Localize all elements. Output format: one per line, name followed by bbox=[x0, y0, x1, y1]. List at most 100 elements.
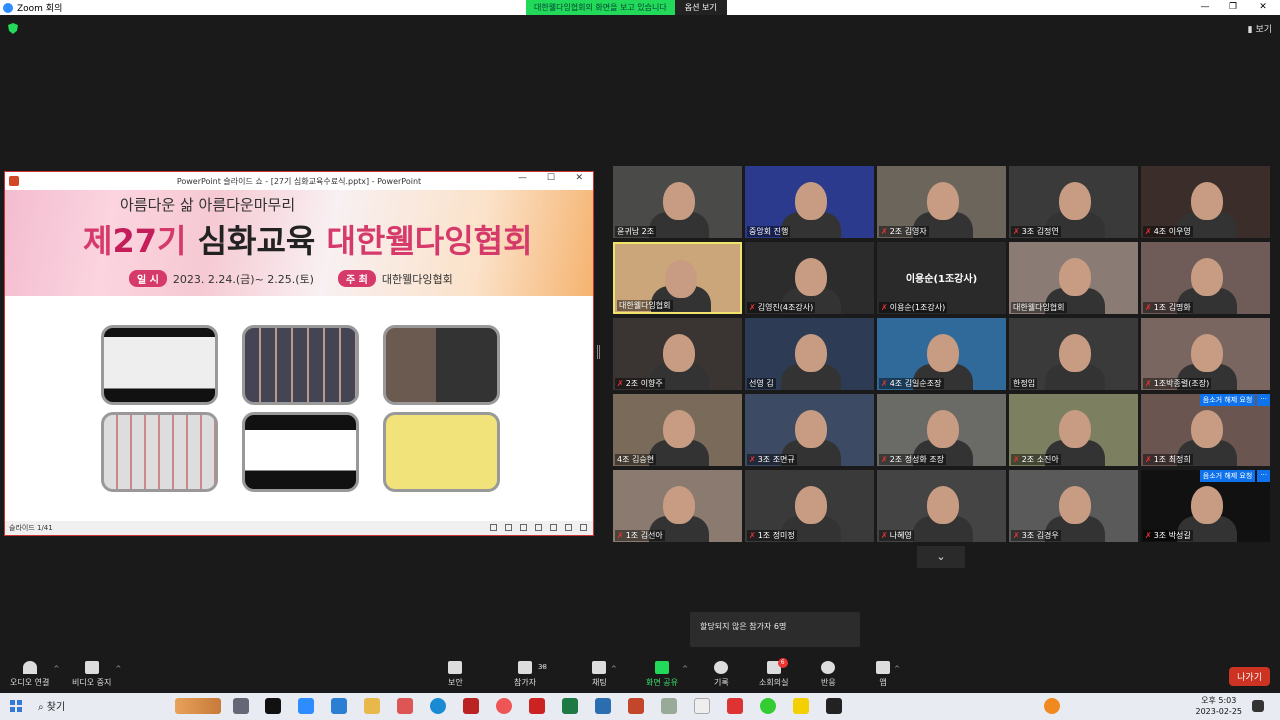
audio-button[interactable]: 오디오 연결 ^ bbox=[10, 661, 59, 688]
muted-mic-icon: ✗ bbox=[881, 531, 888, 540]
audio-caret-icon[interactable]: ^ bbox=[53, 665, 59, 673]
thumb-3 bbox=[383, 325, 500, 405]
paint-app-icon[interactable] bbox=[397, 698, 413, 714]
task-view-icon[interactable] bbox=[233, 698, 249, 714]
notifications-icon[interactable] bbox=[1252, 700, 1264, 712]
generic-app-icon[interactable] bbox=[694, 698, 710, 714]
participant-tile[interactable]: ✗ 2조 소진아 bbox=[1009, 394, 1138, 466]
gallery-next-page-button[interactable]: ⌄ bbox=[917, 546, 965, 568]
share-caret-icon[interactable]: ^ bbox=[682, 665, 688, 673]
vector-app-icon[interactable] bbox=[265, 698, 281, 714]
participant-video-face bbox=[1059, 410, 1091, 448]
kakaotalk-icon[interactable] bbox=[793, 698, 809, 714]
participant-gallery: 윤귀남 2조 중앙회 진행 ✗ 2조 김영자 ✗ 3조 김정연 ✗ 4조 이우영 대한웰다잉협회… bbox=[613, 166, 1270, 543]
chat-caret-icon[interactable]: ^ bbox=[611, 665, 617, 673]
participant-tile[interactable]: 이용순(1조강사) ✗ 이용순(1조강사) bbox=[877, 242, 1006, 314]
leave-button[interactable]: 나가기 bbox=[1229, 667, 1270, 686]
participant-tile[interactable]: ✗ 1조 김선아 bbox=[613, 470, 742, 542]
participant-tile[interactable]: ✗ 4조 김일순조장 bbox=[877, 318, 1006, 390]
zoom-taskbar-icon[interactable] bbox=[298, 698, 314, 714]
record-button[interactable]: 기록 bbox=[714, 661, 729, 688]
edge-icon[interactable] bbox=[430, 698, 446, 714]
excel-icon[interactable] bbox=[562, 698, 578, 714]
participant-name: ✗ 이용순(1조강사) bbox=[879, 302, 948, 313]
vscode-icon[interactable] bbox=[331, 698, 347, 714]
restore-button[interactable]: ❐ bbox=[1218, 0, 1248, 15]
unmute-request-button[interactable]: 음소거 해제 요청 bbox=[1199, 394, 1256, 406]
breakout-rooms-button[interactable]: 6 소회의실 bbox=[759, 658, 788, 688]
pen-app-icon[interactable] bbox=[661, 698, 677, 714]
chat-button[interactable]: 채팅 ^ bbox=[592, 661, 617, 688]
view-options-button[interactable]: 옵션 보기 bbox=[674, 0, 727, 15]
powerpoint-taskbar-icon[interactable] bbox=[628, 698, 644, 714]
video-button[interactable]: 비디오 중지 ^ bbox=[72, 661, 121, 688]
windows-start-icon[interactable] bbox=[10, 700, 22, 712]
view-button[interactable]: ▮ 보기 bbox=[1248, 22, 1272, 35]
participant-tile[interactable]: 중앙회 진행 bbox=[745, 166, 874, 238]
reactions-label: 반응 bbox=[821, 678, 836, 687]
taskbar-clock[interactable]: 오후 5:03 2023-02-25 bbox=[1196, 695, 1243, 717]
participant-name: ✗ 1조 김명화 bbox=[1143, 302, 1193, 313]
participant-tile[interactable]: ✗ 김영진(4조강사) bbox=[745, 242, 874, 314]
participant-tile[interactable]: 대한웰다잉협회 bbox=[613, 242, 742, 314]
participant-tile[interactable]: ✗ 3조 김경우 bbox=[1009, 470, 1138, 542]
participant-name: ✗ 4조 김일순조장 bbox=[879, 378, 944, 389]
participant-tile[interactable]: ✗ 3조 박성길 음소거 해제 요청 ··· bbox=[1141, 470, 1270, 542]
share-screen-button[interactable]: 화면 공유 ^ bbox=[646, 661, 688, 688]
ppt-close-icon: ✕ bbox=[575, 173, 583, 183]
close-button[interactable]: ✕ bbox=[1248, 0, 1278, 15]
participant-tile[interactable]: ✗ 3조 조면규 bbox=[745, 394, 874, 466]
participant-tile[interactable]: ✗ 1조 최정희 음소거 해제 요청 ··· bbox=[1141, 394, 1270, 466]
video-caret-icon[interactable]: ^ bbox=[115, 665, 121, 673]
participant-tile[interactable]: 4조 김승현 bbox=[613, 394, 742, 466]
minimize-button[interactable]: — bbox=[1190, 0, 1220, 15]
security-button[interactable]: 보안 bbox=[448, 661, 463, 688]
participant-tile[interactable]: ✗ 1조 김명화 bbox=[1141, 242, 1270, 314]
participant-tile[interactable]: ✗ 2조 정성화 조장 bbox=[877, 394, 1006, 466]
participants-caret-icon[interactable]: ^ bbox=[540, 665, 546, 673]
more-options-icon[interactable]: ··· bbox=[1257, 470, 1270, 482]
participants-label: 참가자 bbox=[514, 678, 537, 687]
record-label: 기록 bbox=[714, 678, 729, 687]
participant-tile[interactable]: ✗ 1조 정미정 bbox=[745, 470, 874, 542]
muted-mic-icon: ✗ bbox=[749, 303, 756, 312]
participant-tile[interactable]: ✗ 2조 김영자 bbox=[877, 166, 1006, 238]
red-app-icon[interactable] bbox=[727, 698, 743, 714]
participant-name: ✗ 2조 정성화 조장 bbox=[879, 454, 947, 465]
more-options-icon[interactable]: ··· bbox=[1257, 394, 1270, 406]
participant-tile[interactable]: ✗ 1조박종렬(조장) bbox=[1141, 318, 1270, 390]
headline-main: 심화교육 bbox=[197, 222, 316, 260]
tray-app-icon[interactable] bbox=[1044, 698, 1060, 714]
chrome-icon[interactable] bbox=[760, 698, 776, 714]
apps-button[interactable]: 앱 ^ bbox=[876, 661, 900, 688]
acrobat-icon[interactable] bbox=[463, 698, 479, 714]
sticky-notes-icon[interactable] bbox=[826, 698, 842, 714]
participant-name: 대한웰다잉협회 bbox=[617, 300, 673, 311]
slide-thumbnails bbox=[101, 325, 501, 495]
taskbar-search[interactable]: ⌕ 찾기 bbox=[38, 698, 65, 713]
participant-tile[interactable]: ✗ 나혜영 bbox=[877, 470, 1006, 542]
headline-number: 27 bbox=[112, 222, 157, 260]
reactions-button[interactable]: 반응 bbox=[821, 661, 836, 688]
participants-button[interactable]: 참가자 38 ^ bbox=[514, 661, 547, 688]
apps-caret-icon[interactable]: ^ bbox=[894, 665, 900, 673]
participant-tile[interactable]: ✗ 2조 이향주 bbox=[613, 318, 742, 390]
participant-tile[interactable]: 대한웰다잉협회 bbox=[1009, 242, 1138, 314]
participant-tile[interactable]: ✗ 3조 김정연 bbox=[1009, 166, 1138, 238]
participant-center-name: 이용순(1조강사) bbox=[905, 274, 978, 285]
opera-icon[interactable] bbox=[496, 698, 512, 714]
participant-tile[interactable]: 한정임 bbox=[1009, 318, 1138, 390]
hwp-icon[interactable] bbox=[595, 698, 611, 714]
split-divider-handle[interactable] bbox=[597, 345, 600, 359]
powerpoint-icon bbox=[9, 176, 19, 186]
participant-name: ✗ 김영진(4조강사) bbox=[747, 302, 816, 313]
unmute-request-button[interactable]: 음소거 해제 요청 bbox=[1199, 470, 1256, 482]
participant-tile[interactable]: ✗ 4조 이우영 bbox=[1141, 166, 1270, 238]
participant-tile[interactable]: 선영 김 bbox=[745, 318, 874, 390]
share-status: 대한웰다잉협회의 화면을 보고 있습니다 bbox=[526, 0, 675, 15]
sorter-view-icon bbox=[550, 524, 557, 531]
file-explorer-icon[interactable] bbox=[364, 698, 380, 714]
encryption-shield-icon[interactable] bbox=[8, 23, 18, 34]
filezilla-icon[interactable] bbox=[529, 698, 545, 714]
participant-tile[interactable]: 윤귀남 2조 bbox=[613, 166, 742, 238]
